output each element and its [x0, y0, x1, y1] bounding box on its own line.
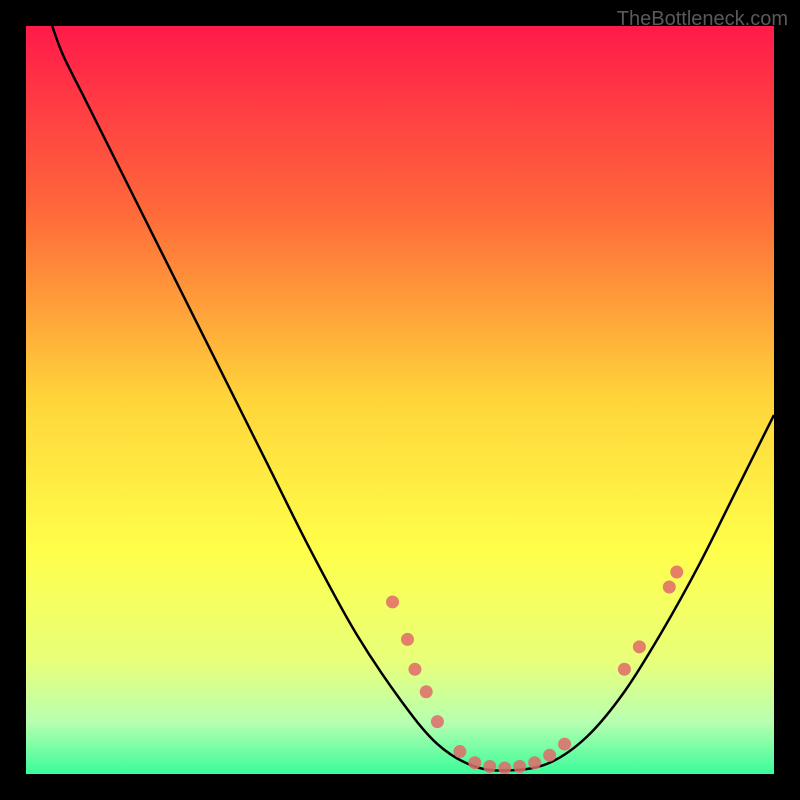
data-point	[386, 595, 399, 608]
data-point	[618, 663, 631, 676]
data-point	[670, 566, 683, 579]
data-point	[663, 581, 676, 594]
plot-area	[26, 26, 774, 774]
data-point	[401, 633, 414, 646]
data-point	[633, 640, 646, 653]
data-point	[468, 756, 481, 769]
data-point	[528, 756, 541, 769]
data-point	[558, 738, 571, 751]
data-point	[453, 745, 466, 758]
data-point	[420, 685, 433, 698]
data-point	[498, 762, 511, 774]
bottleneck-curve	[52, 26, 774, 771]
data-point	[513, 760, 526, 773]
data-point	[483, 760, 496, 773]
watermark-text: TheBottleneck.com	[617, 8, 788, 31]
chart-curve	[26, 26, 774, 774]
data-point	[408, 663, 421, 676]
data-point	[543, 749, 556, 762]
data-point	[431, 715, 444, 728]
